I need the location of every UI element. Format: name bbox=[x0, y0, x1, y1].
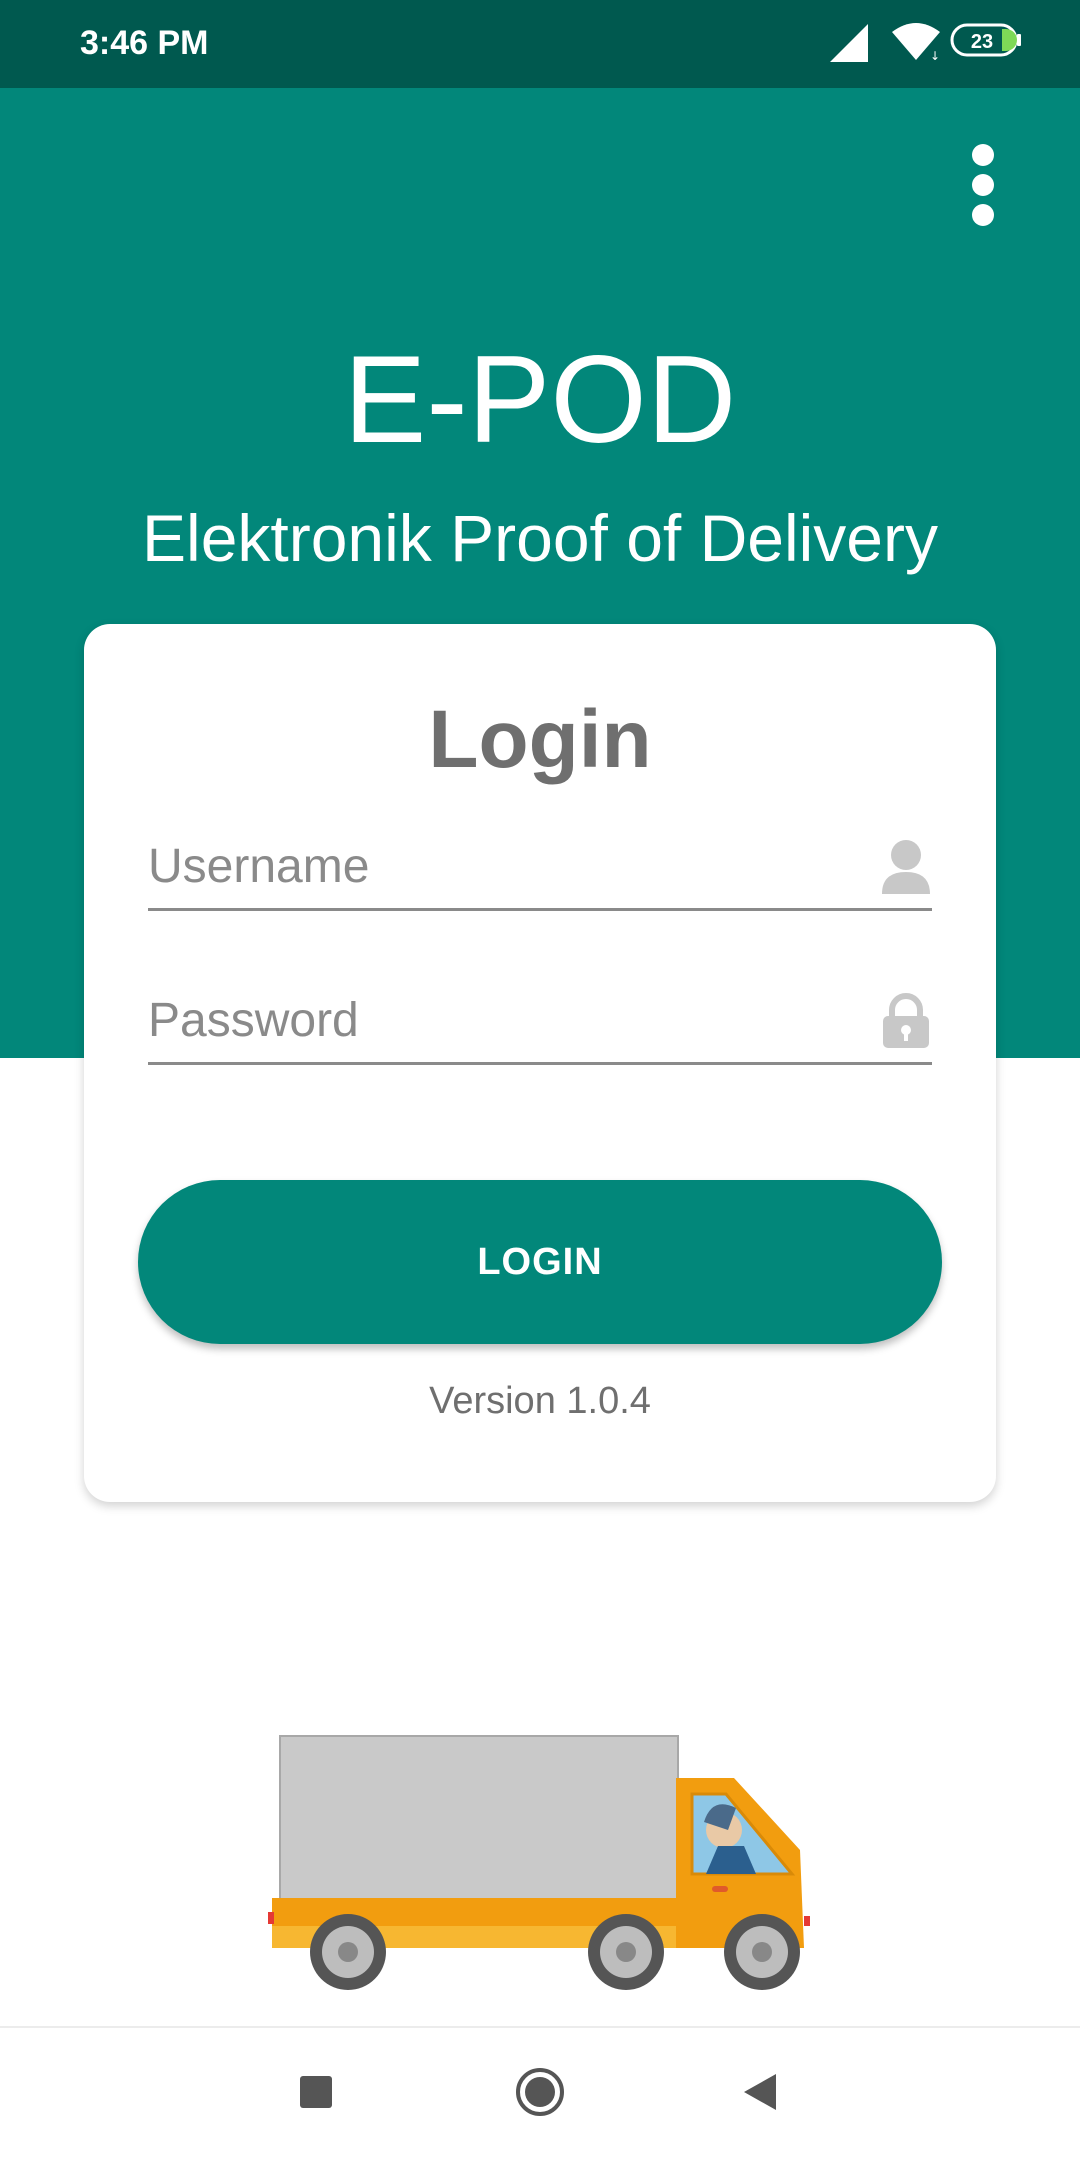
app-title: E-POD bbox=[343, 331, 737, 469]
login-button[interactable]: LOGIN bbox=[138, 1180, 942, 1344]
more-vert-icon[interactable] bbox=[952, 136, 1012, 236]
battery-icon: 23 bbox=[950, 23, 1021, 57]
person-icon bbox=[882, 840, 930, 894]
password-field bbox=[148, 982, 932, 1065]
username-input[interactable] bbox=[148, 828, 848, 904]
login-card: Login LOGIN Version 1.0.4 bbox=[84, 624, 996, 1502]
status-time: 3:46 PM bbox=[80, 24, 209, 62]
status-bar: 3:46 PM ↓↑ 23 bbox=[0, 0, 1080, 88]
recents-square-icon[interactable] bbox=[298, 2074, 334, 2110]
login-title: Login bbox=[428, 694, 652, 785]
delivery-truck-icon bbox=[268, 1735, 810, 1990]
battery-level: 23 bbox=[971, 31, 993, 53]
cell-signal-icon bbox=[830, 24, 868, 62]
lock-icon bbox=[883, 993, 929, 1048]
app-subtitle: Elektronik Proof of Delivery bbox=[142, 501, 938, 575]
username-field bbox=[148, 828, 932, 911]
system-nav-bar bbox=[0, 2026, 1080, 2158]
wifi-icon: ↓↑ bbox=[892, 23, 942, 62]
home-circle-icon[interactable] bbox=[514, 2066, 566, 2118]
password-input[interactable] bbox=[148, 982, 848, 1058]
svg-text:↓↑: ↓↑ bbox=[930, 49, 942, 62]
back-triangle-icon[interactable] bbox=[742, 2072, 778, 2112]
version-text: Version 1.0.4 bbox=[429, 1380, 651, 1422]
